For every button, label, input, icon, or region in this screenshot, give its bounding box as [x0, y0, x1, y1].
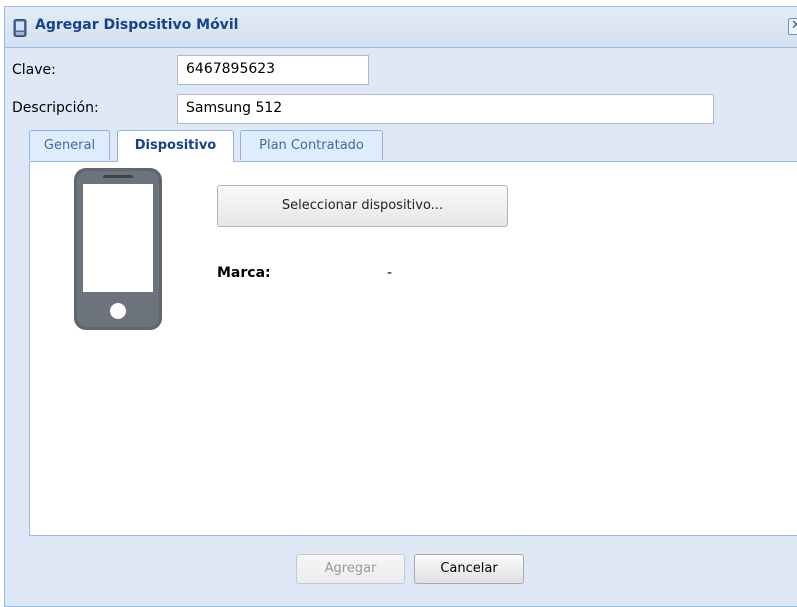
dispositivo-panel: Seleccionar dispositivo... Marca: - — [29, 161, 797, 536]
agregar-button[interactable]: Agregar — [296, 554, 405, 584]
dialog-titlebar[interactable]: Agregar Dispositivo Móvil ✕ — [5, 7, 797, 48]
close-icon: ✕ — [791, 18, 797, 33]
clave-field[interactable]: 6467895623 — [177, 55, 369, 85]
close-button[interactable]: ✕ — [788, 18, 797, 35]
marca-value: - — [387, 265, 393, 281]
mobile-phone-icon — [13, 19, 27, 37]
descripcion-field[interactable]: Samsung 512 — [177, 94, 714, 124]
select-device-button[interactable]: Seleccionar dispositivo... — [217, 185, 508, 227]
smartphone-icon — [74, 168, 162, 330]
marca-label: Marca: — [217, 265, 271, 281]
tab-general[interactable]: General — [29, 130, 110, 160]
tab-plan-contratado[interactable]: Plan Contratado — [240, 130, 383, 160]
descripcion-label: Descripción: — [12, 100, 99, 116]
tab-dispositivo[interactable]: Dispositivo — [117, 130, 234, 162]
dialog-window: Agregar Dispositivo Móvil ✕ Clave: 64678… — [4, 6, 797, 607]
clave-label: Clave: — [12, 62, 56, 78]
cancelar-button[interactable]: Cancelar — [414, 554, 524, 584]
dialog-title: Agregar Dispositivo Móvil — [35, 17, 239, 33]
